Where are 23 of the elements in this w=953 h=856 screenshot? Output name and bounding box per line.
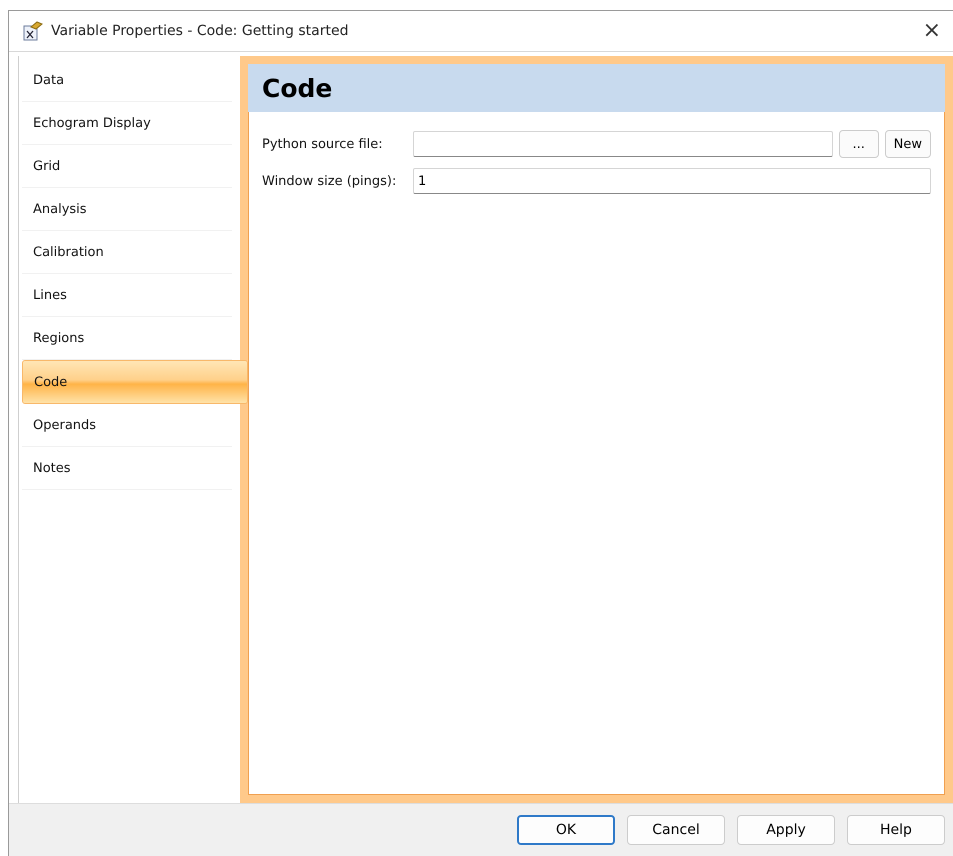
panel-heading: Code [248,64,945,112]
input-field[interactable]: 1 [413,168,931,194]
sidebar-item[interactable]: Calibration [22,231,232,274]
sidebar-item[interactable]: Grid [22,145,232,188]
field-label: Window size (pings): [262,174,398,188]
input-field[interactable] [413,131,833,157]
field-button[interactable]: New [884,130,931,158]
dialog-button[interactable]: Cancel [627,815,725,845]
sidebar-item[interactable]: Analysis [22,188,232,231]
sidebar-item[interactable]: Data [22,59,232,102]
sidebar-item[interactable]: Operands [22,404,232,447]
field-button[interactable]: ... [838,130,879,158]
sidebar-item[interactable]: Echogram Display [22,102,232,145]
field-label: Python source file: [262,136,384,152]
sidebar-item[interactable]: Code [22,360,248,404]
dialog-button[interactable]: OK [517,815,615,845]
dialog-button[interactable]: Apply [737,815,835,845]
dialog-button[interactable]: Help [847,815,945,845]
sidebar-item[interactable]: Lines [22,274,232,317]
sidebar-item[interactable]: Notes [22,447,232,490]
window-title: Variable Properties - Code: Getting started [51,23,350,39]
variable-icon [23,21,43,41]
close-button[interactable]: × [918,20,945,42]
